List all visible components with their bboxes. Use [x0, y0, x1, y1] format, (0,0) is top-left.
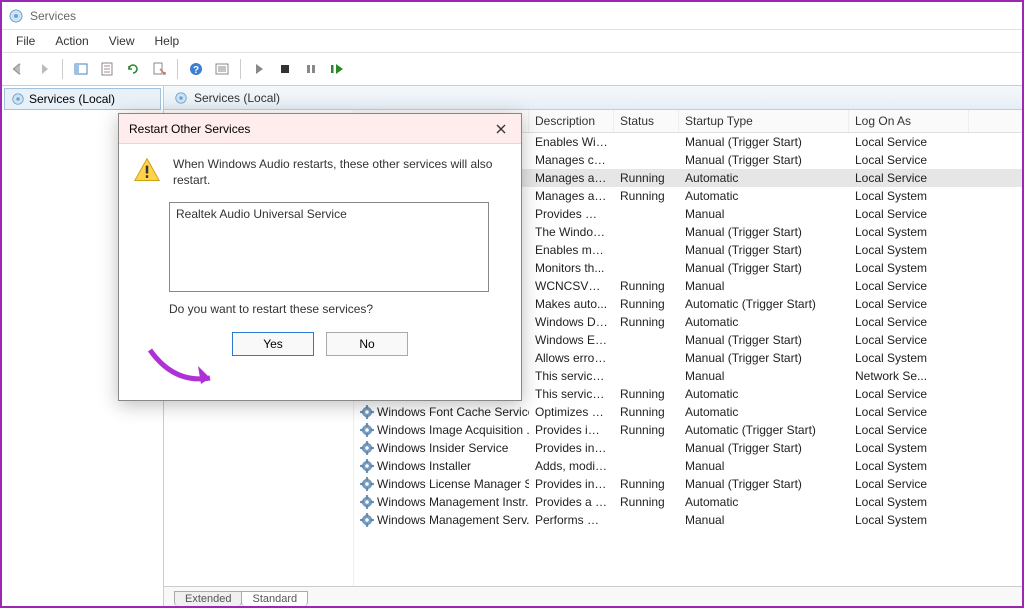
warning-icon — [133, 156, 161, 184]
table-row[interactable]: Windows Font Cache ServiceOptimizes p...… — [354, 403, 1022, 421]
titlebar: Services — [2, 2, 1022, 30]
table-row[interactable]: Windows Image Acquisition ...Provides im… — [354, 421, 1022, 439]
col-startup[interactable]: Startup Type — [679, 110, 849, 132]
table-row[interactable]: Windows Management Instr...Provides a c.… — [354, 493, 1022, 511]
yes-button[interactable]: Yes — [232, 332, 314, 356]
forward-button[interactable] — [32, 57, 56, 81]
menu-action[interactable]: Action — [45, 32, 98, 50]
dialog-message: When Windows Audio restarts, these other… — [173, 156, 507, 188]
table-row[interactable]: Windows Management Serv...Performs ma...… — [354, 511, 1022, 529]
right-pane-title: Services (Local) — [194, 91, 280, 105]
view-tabs: Extended Standard — [164, 586, 1022, 606]
refresh-button[interactable] — [121, 57, 145, 81]
col-status[interactable]: Status — [614, 110, 679, 132]
services-app-icon — [8, 8, 24, 24]
tab-standard[interactable]: Standard — [241, 591, 308, 606]
restart-service-button[interactable] — [325, 57, 349, 81]
col-description[interactable]: Description — [529, 110, 614, 132]
svg-text:?: ? — [193, 65, 199, 76]
properties-button[interactable] — [95, 57, 119, 81]
dialog-confirm-text: Do you want to restart these services? — [169, 302, 507, 316]
tree-item-services-local[interactable]: Services (Local) — [4, 88, 161, 110]
menubar: File Action View Help — [2, 30, 1022, 52]
menu-help[interactable]: Help — [145, 32, 190, 50]
show-hide-tree-button[interactable] — [69, 57, 93, 81]
stop-service-button[interactable] — [273, 57, 297, 81]
list-button[interactable] — [210, 57, 234, 81]
dialog-titlebar: Restart Other Services — [119, 114, 521, 144]
help-button[interactable]: ? — [184, 57, 208, 81]
dialog-title: Restart Other Services — [129, 122, 250, 136]
pause-service-button[interactable] — [299, 57, 323, 81]
window-title: Services — [30, 9, 76, 23]
table-row[interactable]: Windows InstallerAdds, modifi...ManualLo… — [354, 457, 1022, 475]
menu-view[interactable]: View — [99, 32, 145, 50]
menu-file[interactable]: File — [6, 32, 45, 50]
col-logon[interactable]: Log On As — [849, 110, 969, 132]
tree-item-label: Services (Local) — [29, 92, 115, 106]
back-button[interactable] — [6, 57, 30, 81]
list-item[interactable]: Realtek Audio Universal Service — [176, 207, 482, 221]
start-service-button[interactable] — [247, 57, 271, 81]
table-row[interactable]: Windows License Manager S...Provides inf… — [354, 475, 1022, 493]
export-button[interactable] — [147, 57, 171, 81]
dependent-services-list[interactable]: Realtek Audio Universal Service — [169, 202, 489, 292]
right-pane-header: Services (Local) — [164, 86, 1022, 110]
dialog-close-button[interactable] — [489, 117, 513, 141]
restart-services-dialog: Restart Other Services When Windows Audi… — [118, 113, 522, 401]
tab-extended[interactable]: Extended — [174, 591, 242, 606]
no-button[interactable]: No — [326, 332, 408, 356]
table-row[interactable]: Windows Insider ServiceProvides infr...M… — [354, 439, 1022, 457]
toolbar: ? — [2, 52, 1022, 86]
